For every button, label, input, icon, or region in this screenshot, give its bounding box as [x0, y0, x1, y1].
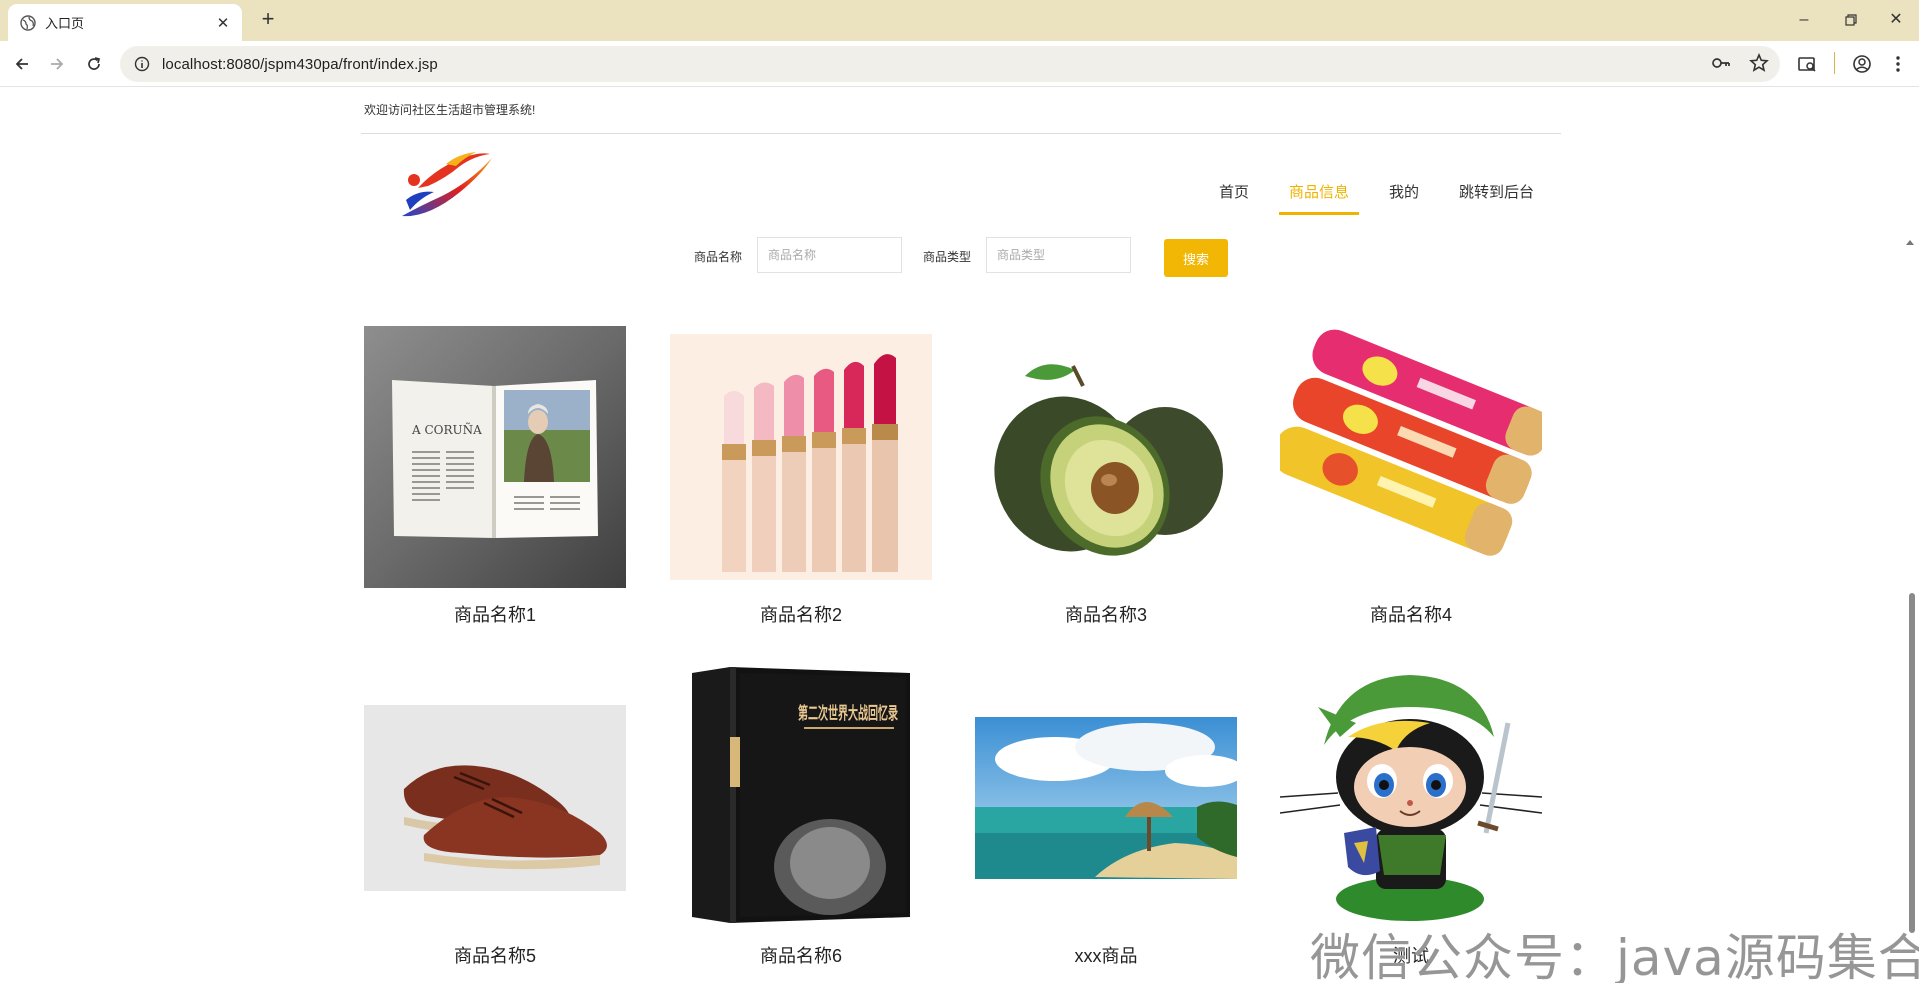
welcome-text: 欢迎访问社区生活超市管理系统! [364, 103, 536, 117]
product-image-beach-hut[interactable] [975, 667, 1237, 929]
book-title: 第二次世界大战回忆录 [798, 703, 898, 724]
url-text: localhost:8080/jspm430pa/front/index.jsp [162, 55, 438, 73]
product-image-magazine[interactable]: A CORUÑA [364, 326, 626, 588]
tab-search-icon[interactable] [1793, 50, 1821, 78]
product-name-input[interactable] [757, 237, 902, 273]
scroll-up-arrow-icon[interactable] [1906, 240, 1914, 245]
restore-icon[interactable] [1834, 7, 1868, 33]
kebab-menu-icon[interactable] [1884, 50, 1912, 78]
close-window-icon[interactable]: ✕ [1879, 7, 1913, 33]
product-image-octocat[interactable] [1280, 667, 1542, 929]
product-name[interactable]: 商品名称1 [364, 601, 626, 627]
watermark-text: 微信公众号：java源码集合 [1310, 929, 1919, 983]
browser-toolbar: localhost:8080/jspm430pa/front/index.jsp [0, 41, 1919, 87]
product-name[interactable]: 商品名称3 [975, 601, 1237, 627]
site-logo[interactable] [398, 148, 494, 224]
forward-icon[interactable] [43, 50, 71, 78]
address-bar[interactable]: localhost:8080/jspm430pa/front/index.jsp [120, 46, 1780, 82]
search-bar: 商品名称 商品类型 搜索 [0, 236, 1919, 280]
magazine-title: A CORUÑA [411, 422, 482, 437]
nav-home[interactable]: 首页 [1219, 181, 1249, 215]
product-name[interactable]: xxx商品 [975, 942, 1237, 968]
tab-title: 入口页 [45, 16, 85, 31]
reload-icon[interactable] [80, 50, 108, 78]
site-info-icon[interactable] [134, 56, 150, 72]
nav-admin[interactable]: 跳转到后台 [1459, 181, 1534, 215]
browser-tabstrip: 入口页 ✕ + – ✕ [0, 0, 1919, 41]
toolbar-divider [1834, 52, 1835, 74]
product-image-lipsticks[interactable] [670, 326, 932, 588]
name-label: 商品名称 [694, 250, 743, 264]
globe-icon [20, 14, 36, 31]
product-card[interactable]: 商品名称5 [364, 667, 626, 968]
header-divider [361, 133, 1561, 134]
new-tab-button[interactable]: + [254, 6, 282, 34]
product-name[interactable]: 商品名称5 [364, 942, 626, 968]
scrollbar-thumb[interactable] [1909, 593, 1915, 933]
product-name[interactable]: 商品名称2 [670, 601, 932, 627]
product-name[interactable]: 商品名称6 [670, 942, 932, 968]
password-key-icon[interactable] [1710, 52, 1732, 74]
product-card[interactable]: 商品名称3 [975, 326, 1237, 627]
product-card[interactable]: 商品名称4 [1280, 326, 1542, 627]
type-label: 商品类型 [923, 250, 972, 264]
nav-mine[interactable]: 我的 [1389, 181, 1419, 215]
product-card[interactable]: A CORUÑA 商品名称1 [364, 326, 626, 627]
product-name[interactable]: 商品名称4 [1280, 601, 1542, 627]
back-icon[interactable] [8, 50, 36, 78]
product-image-chip-cans[interactable] [1280, 326, 1542, 588]
profile-icon[interactable] [1848, 50, 1876, 78]
product-card[interactable]: 第二次世界大战回忆录 商品名称6 [670, 667, 932, 968]
product-type-input[interactable] [986, 237, 1131, 273]
product-card[interactable]: xxx商品 [975, 667, 1237, 968]
browser-tab[interactable]: 入口页 ✕ [8, 4, 242, 41]
product-image-leather-shoes[interactable] [364, 667, 626, 929]
nav-products[interactable]: 商品信息 [1279, 181, 1359, 215]
minimize-icon[interactable]: – [1787, 7, 1821, 33]
close-tab-icon[interactable]: ✕ [214, 14, 232, 32]
product-card[interactable]: 商品名称2 [670, 326, 932, 627]
bookmark-star-icon[interactable] [1748, 52, 1770, 74]
search-button[interactable]: 搜索 [1164, 239, 1228, 277]
product-image-book-boxset[interactable]: 第二次世界大战回忆录 [670, 667, 932, 929]
product-image-avocado[interactable] [975, 326, 1237, 588]
